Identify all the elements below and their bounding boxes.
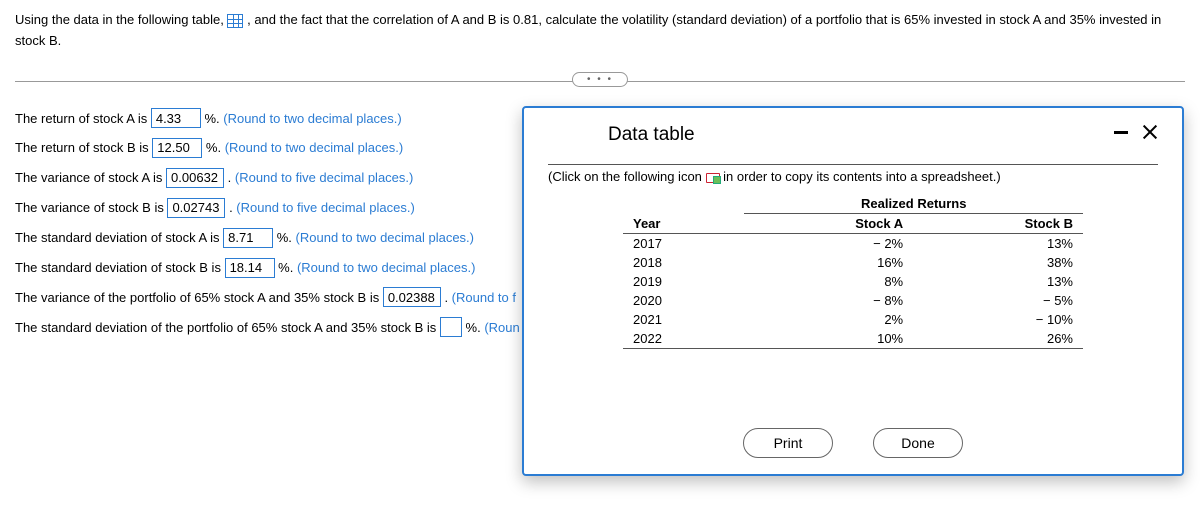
hint: (Round to five decimal places.)	[236, 200, 414, 215]
table-row: 20212%− 10%	[623, 310, 1083, 329]
variance-a-input[interactable]	[166, 168, 224, 188]
hint: (Round to two decimal places.)	[296, 230, 474, 245]
portfolio-variance-input[interactable]	[383, 287, 441, 307]
table-row: 2017− 2%13%	[623, 234, 1083, 254]
hint: (Round to f	[452, 290, 516, 305]
data-table-modal: Data table (Click on the following icon …	[522, 106, 1184, 476]
close-icon[interactable]	[1142, 124, 1158, 140]
portfolio-stddev-input[interactable]	[440, 317, 462, 337]
table-row: 201816%38%	[623, 253, 1083, 272]
modal-title: Data table	[608, 124, 695, 146]
hint: (Roun	[484, 320, 519, 335]
table-row: 202210%26%	[623, 329, 1083, 349]
done-button[interactable]: Done	[873, 428, 963, 458]
hint: (Round to two decimal places.)	[297, 260, 475, 275]
stddev-b-input[interactable]	[225, 258, 275, 278]
table-icon[interactable]	[227, 14, 243, 28]
variance-b-input[interactable]	[167, 198, 225, 218]
section-divider: • • •	[15, 72, 1185, 90]
table-row: 2020− 8%− 5%	[623, 291, 1083, 310]
copy-spreadsheet-icon[interactable]	[706, 173, 720, 183]
minimize-icon[interactable]	[1114, 131, 1128, 134]
return-b-input[interactable]	[152, 138, 202, 158]
hint: (Round to five decimal places.)	[235, 170, 413, 185]
hint: (Round to two decimal places.)	[225, 140, 403, 155]
print-button[interactable]: Print	[743, 428, 833, 458]
more-dots-button[interactable]: • • •	[572, 72, 628, 87]
hint: (Round to two decimal places.)	[223, 111, 401, 126]
copy-note: (Click on the following icon in order to…	[548, 164, 1158, 184]
stddev-a-input[interactable]	[223, 228, 273, 248]
returns-table: Realized Returns Year Stock A Stock B 20…	[623, 194, 1083, 349]
question-text: Using the data in the following table, ,…	[15, 10, 1185, 52]
table-row: 20198%13%	[623, 272, 1083, 291]
return-a-input[interactable]	[151, 108, 201, 128]
